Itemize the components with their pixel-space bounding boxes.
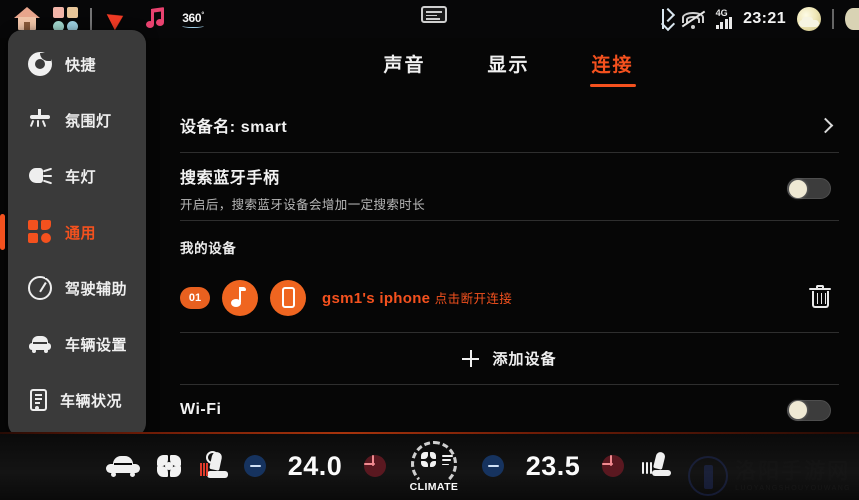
add-device-button[interactable]: 添加设备 <box>180 333 839 385</box>
climate-bar: 24.0 CLIMATE 23.5 <box>0 432 859 500</box>
device-text-block: gsm1's iphone 点击断开连接 <box>322 288 512 308</box>
driver-temp-control: 24.0 <box>244 451 386 482</box>
sidebar-item-shortcut[interactable]: 快捷 <box>8 36 146 92</box>
statusbar-right-divider <box>832 9 834 29</box>
passenger-temp-value: 23.5 <box>525 450 581 481</box>
wifi-off-icon[interactable] <box>681 10 705 29</box>
passenger-temp-decrease-button[interactable] <box>482 455 504 477</box>
sidebar-item-label: 氛围灯 <box>65 112 112 130</box>
driver-temp-increase-button[interactable] <box>364 455 386 477</box>
driver-temp-value: 24.0 <box>287 450 343 481</box>
cellular-signal-icon: 4G <box>715 8 733 29</box>
device-name: gsm1's iphone <box>322 289 431 307</box>
bluetooth-search-title: 搜索蓝牙手柄 <box>180 170 280 187</box>
sidebar-item-general[interactable]: 通用 <box>0 204 146 260</box>
device-list-item[interactable]: 01 gsm1's iphone 点击断开连接 <box>180 263 839 333</box>
surround-view-label: 360 <box>182 10 202 25</box>
headlight-icon <box>28 164 53 188</box>
sidebar-item-vehicle-settings[interactable]: 车辆设置 <box>8 316 146 372</box>
wifi-label: Wi-Fi <box>180 401 222 418</box>
ambient-light-icon <box>28 108 52 132</box>
wifi-row: Wi-Fi <box>180 385 839 435</box>
plus-icon <box>462 350 480 367</box>
sidebar-item-label: 车辆状况 <box>60 392 123 410</box>
statusbar-right-icons: 4G 23:21 <box>656 0 859 38</box>
passenger-temp-increase-button[interactable] <box>602 455 624 477</box>
wifi-toggle[interactable] <box>787 399 831 421</box>
shortcut-icon <box>28 52 52 76</box>
toggle-knob <box>789 179 807 198</box>
sun-cloud-icon <box>797 7 821 31</box>
sidebar-item-headlight[interactable]: 车灯 <box>8 148 146 204</box>
sidebar-item-driver-assist[interactable]: 驾驶辅助 <box>8 260 146 316</box>
infotainment-screen: 360° 4G 23:21 快捷 氛围灯 车灯 通用 驾驶辅助 车辆设置 车辆状… <box>0 0 859 500</box>
bluetooth-search-text: 搜索蓝牙手柄 开启后，搜索蓝牙设备会增加一定搜索时长 <box>180 164 425 213</box>
vehicle-settings-icon <box>28 332 52 356</box>
fan-icon[interactable] <box>146 444 192 488</box>
edge-cut-icon <box>845 8 859 30</box>
mobile-phone-icon[interactable] <box>270 279 306 316</box>
passenger-temp-control: 23.5 <box>482 451 624 482</box>
sidebar-item-vehicle-status[interactable]: 车辆状况 <box>8 372 146 428</box>
surround-view-degree: ° <box>201 11 204 19</box>
add-device-label: 添加设备 <box>492 351 557 368</box>
tab-display[interactable]: 显示 <box>487 50 529 87</box>
driver-assist-icon <box>28 276 54 300</box>
seat-ventilation-icon[interactable] <box>634 444 680 488</box>
music-note-icon[interactable] <box>222 279 258 316</box>
device-action-hint: 点击断开连接 <box>434 291 513 306</box>
my-devices-section-title: 我的设备 <box>180 241 237 256</box>
sidebar-item-ambient-light[interactable]: 氛围灯 <box>8 92 146 148</box>
tab-bar: 声音 显示 连接 <box>158 38 859 98</box>
sidebar-item-label: 快捷 <box>65 56 97 74</box>
sidebar-item-label: 驾驶辅助 <box>65 280 128 298</box>
driver-temp-decrease-button[interactable] <box>244 455 266 477</box>
sidebar: 快捷 氛围灯 车灯 通用 驾驶辅助 车辆设置 车辆状况 <box>0 30 146 437</box>
airflow-icon <box>442 455 453 468</box>
tab-sound[interactable]: 声音 <box>383 50 425 87</box>
device-name-row[interactable]: 设备名: smart <box>180 98 839 153</box>
settings-panel: 声音 显示 连接 设备名: smart 搜索蓝牙手柄 开启后，搜索蓝牙设备会增加… <box>158 38 859 432</box>
climate-label: CLIMATE <box>409 481 459 493</box>
surround-view-360-icon[interactable]: 360° <box>174 3 212 35</box>
bluetooth-search-toggle[interactable] <box>787 178 831 199</box>
sidebar-item-label: 车灯 <box>65 168 97 186</box>
chevron-right-icon <box>817 117 834 133</box>
card-icon[interactable] <box>421 6 447 23</box>
bluetooth-search-subtitle: 开启后，搜索蓝牙设备会增加一定搜索时长 <box>180 198 426 212</box>
general-settings-icon <box>28 220 52 244</box>
climate-fan-icon <box>421 452 436 467</box>
device-name-label: 设备名: smart <box>180 119 288 136</box>
bluetooth-icon[interactable] <box>656 8 671 30</box>
sidebar-item-label: 通用 <box>65 224 97 242</box>
music-icon[interactable] <box>136 3 174 35</box>
climate-button[interactable]: CLIMATE <box>408 440 460 493</box>
clock-time: 23:21 <box>743 10 786 27</box>
toggle-knob <box>789 401 807 419</box>
settings-rows: 设备名: smart 搜索蓝牙手柄 开启后，搜索蓝牙设备会增加一定搜索时长 我的… <box>158 98 859 435</box>
car-icon[interactable] <box>100 444 146 488</box>
sidebar-item-label: 车辆设置 <box>65 336 128 354</box>
device-index-badge: 01 <box>180 286 210 309</box>
bluetooth-search-row: 搜索蓝牙手柄 开启后，搜索蓝牙设备会增加一定搜索时长 <box>180 153 839 221</box>
tab-connection[interactable]: 连接 <box>592 50 634 87</box>
seat-heater-icon[interactable] <box>192 444 238 488</box>
network-type-label: 4G <box>715 8 728 18</box>
active-indicator-bar <box>0 214 5 250</box>
statusbar-divider <box>90 8 92 30</box>
trash-icon[interactable] <box>809 284 831 310</box>
vehicle-status-icon <box>30 389 47 411</box>
